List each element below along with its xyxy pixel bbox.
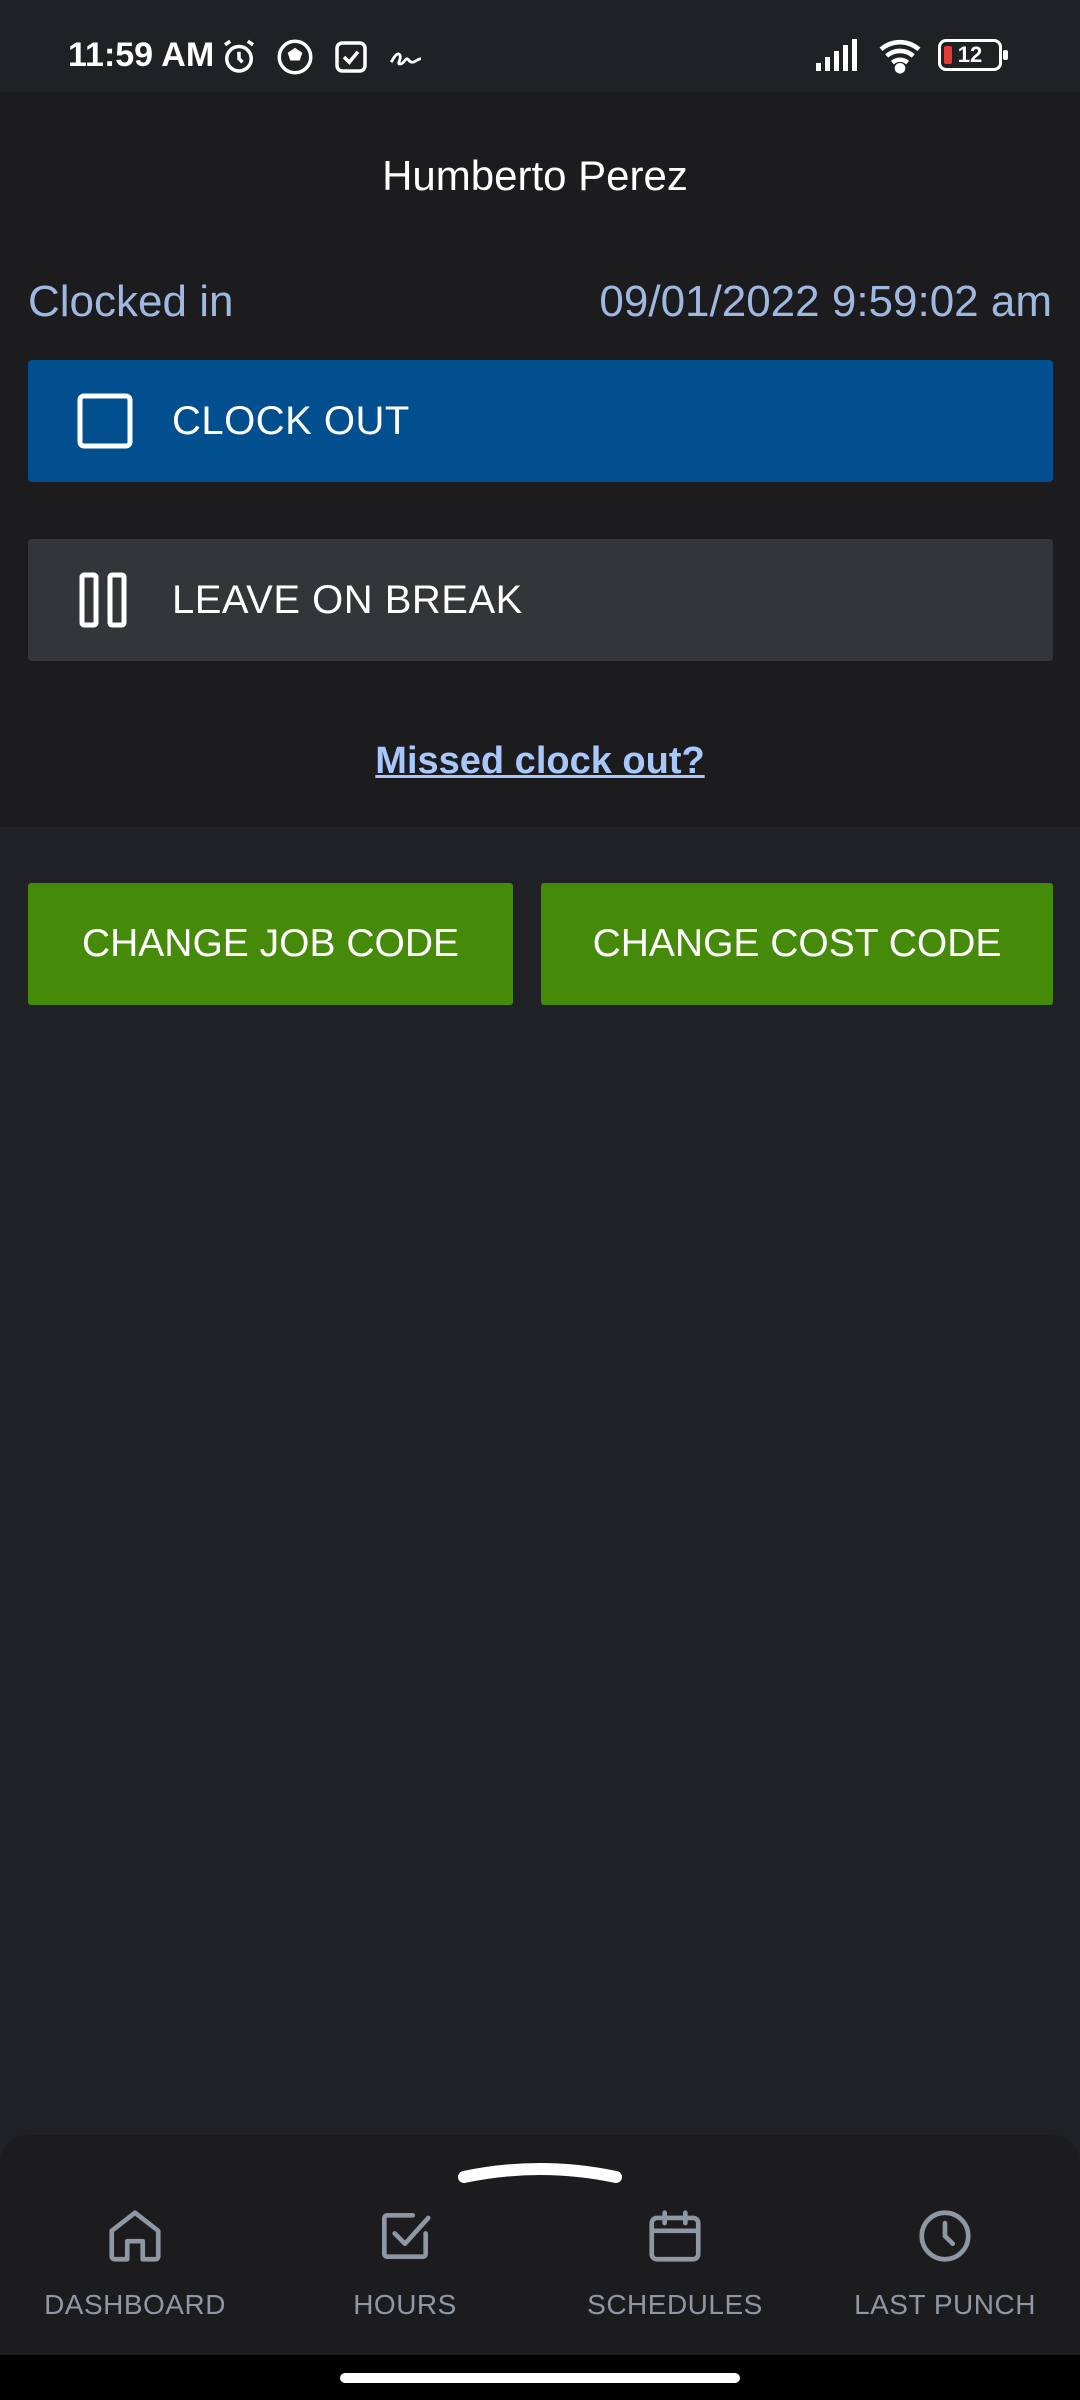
cell-signal-icon [816,39,857,71]
home-icon [109,2210,161,2262]
punch-panel: Humberto Perez Clocked in 09/01/2022 9:5… [0,92,1080,827]
nav-schedules[interactable]: SCHEDULES [540,2205,810,2321]
bottom-nav: DASHBOARD HOURS SCHEDULES LAST PUNCH [0,2135,1080,2355]
alarm-icon [224,39,254,73]
pause-icon [79,572,127,628]
wifi-icon [879,39,921,74]
calendar-icon [649,2210,701,2262]
leave-on-break-label: LEAVE ON BREAK [172,577,523,622]
change-job-code-button[interactable]: CHANGE JOB CODE [28,883,513,1005]
nav-last-punch-label: LAST PUNCH [854,2289,1036,2320]
nav-last-punch[interactable]: LAST PUNCH [810,2205,1080,2321]
stop-square-icon [77,393,133,449]
status-icons-left [218,36,428,78]
employee-name: Humberto Perez [382,152,688,199]
clock-out-button[interactable]: CLOCK OUT [28,360,1053,482]
missed-clock-out-link[interactable]: Missed clock out? [0,740,1080,783]
soccer-ball-icon [277,39,313,75]
home-indicator[interactable] [340,2373,740,2383]
status-bar: 11:59 AM 12 [0,0,1080,92]
system-gesture-bar [0,2355,1080,2400]
checkbox-icon [335,41,367,73]
clock-status-label: Clocked in [28,277,234,326]
clock-in-timestamp: 09/01/2022 9:59:02 am [599,277,1052,326]
status-time: 11:59 AM [68,36,215,74]
nav-schedules-label: SCHEDULES [587,2289,763,2320]
status-icons-right: 12 [814,36,1008,74]
battery-level: 12 [957,42,983,67]
nav-hours[interactable]: HOURS [270,2205,540,2321]
leave-on-break-button[interactable]: LEAVE ON BREAK [28,539,1053,661]
nav-hours-label: HOURS [353,2289,457,2320]
checked-square-icon [382,2213,431,2259]
nav-dashboard-label: DASHBOARD [44,2289,226,2320]
nav-dashboard[interactable]: DASHBOARD [0,2205,270,2321]
clock-icon [919,2210,971,2262]
drag-handle-icon[interactable] [456,2155,624,2185]
battery-icon: 12 [938,39,1008,71]
signature-icon [389,52,422,66]
change-cost-code-button[interactable]: CHANGE COST CODE [541,883,1053,1005]
clock-out-label: CLOCK OUT [172,398,410,443]
